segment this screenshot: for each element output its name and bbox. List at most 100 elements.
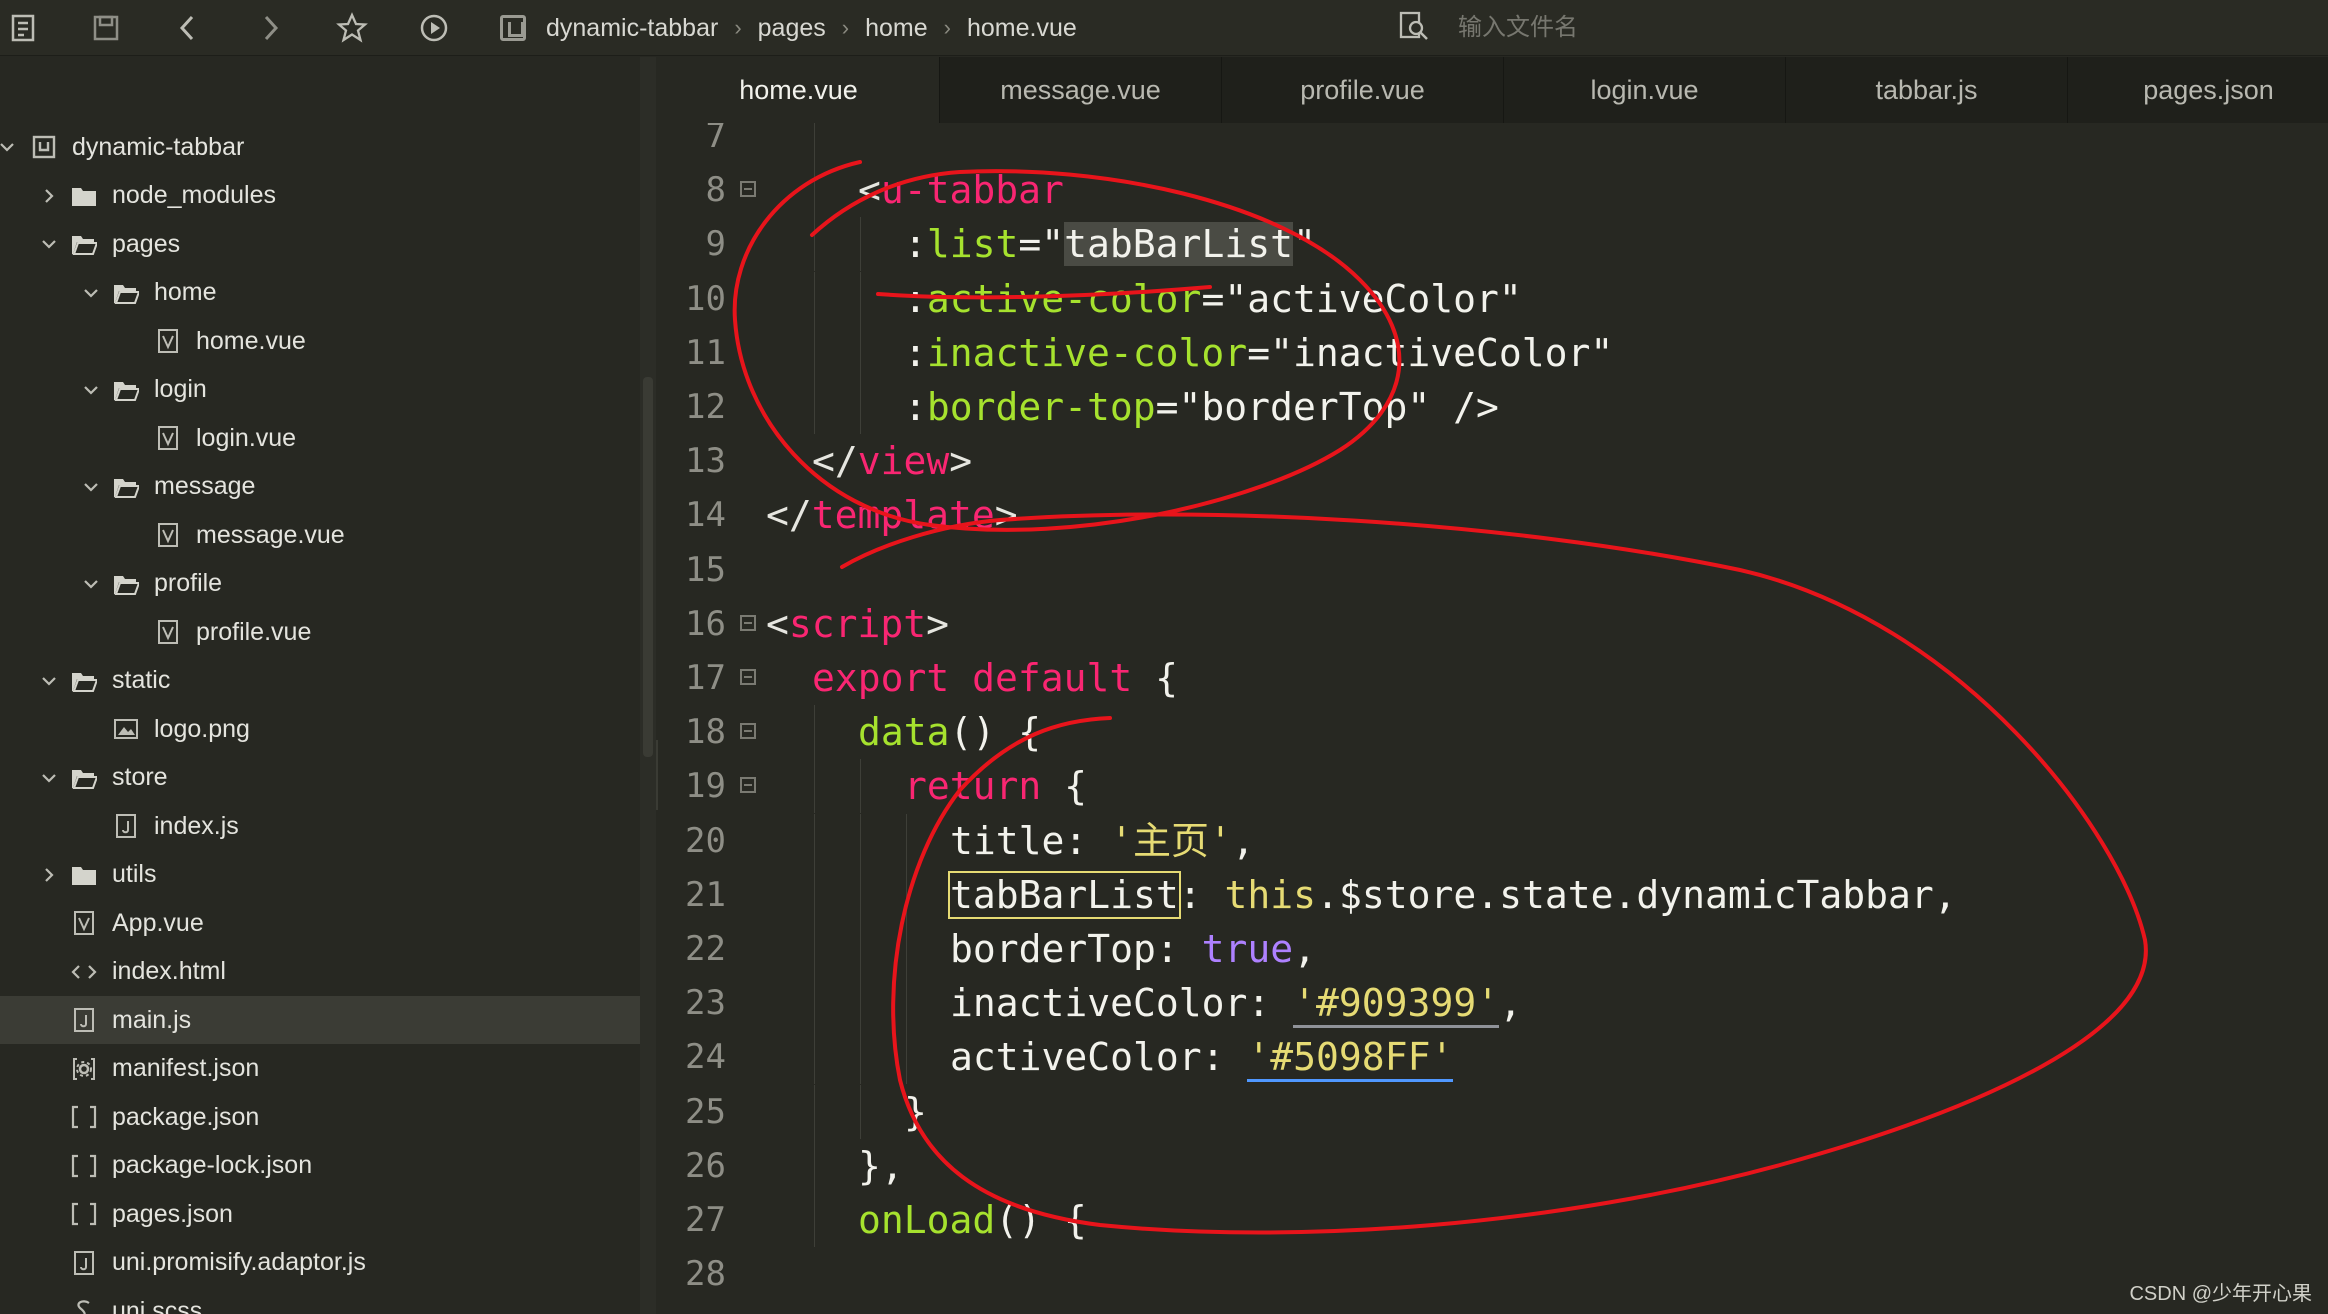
code-line[interactable]: 18 data() { — [658, 705, 2328, 760]
code-line[interactable]: 8 <u-tabbar — [658, 163, 2328, 218]
editor-tab[interactable]: message.vue — [940, 57, 1222, 123]
indent-guide — [906, 922, 907, 976]
tree-item[interactable]: logo.png — [0, 705, 640, 753]
chevron-down-icon[interactable] — [0, 136, 18, 158]
tree-item[interactable]: store — [0, 754, 640, 802]
chevron-right-icon[interactable] — [38, 864, 60, 886]
indent-guide — [814, 976, 815, 1031]
indent-guide — [814, 813, 815, 868]
tree-item[interactable]: message.vue — [0, 511, 640, 559]
code-line[interactable]: 23 inactiveColor: '#909399', — [658, 976, 2328, 1031]
breadcrumb-item[interactable]: home — [865, 14, 928, 43]
code-line[interactable]: 21 tabBarList: this.$store.state.dynamicT… — [658, 867, 2328, 922]
breadcrumb-item[interactable]: home.vue — [967, 14, 1077, 43]
code-line[interactable]: 16 <script> — [658, 597, 2328, 651]
file-tree-icon[interactable] — [6, 10, 42, 46]
code-line[interactable]: 25} — [658, 1084, 2328, 1139]
forward-icon[interactable] — [252, 10, 288, 46]
tree-item[interactable]: uni.promisify.adaptor.js — [0, 1239, 640, 1287]
tree-item[interactable]: manifest.json — [0, 1045, 640, 1093]
tree-item[interactable]: uni.scss — [0, 1287, 640, 1314]
project-root[interactable]: dynamic-tabbar — [0, 123, 640, 171]
search-input[interactable] — [1458, 14, 1878, 42]
code-token: template — [811, 493, 995, 538]
code-line[interactable]: 13 </view> — [658, 434, 2328, 488]
chevron-down-icon[interactable] — [38, 233, 60, 255]
code-line[interactable]: 15 — [658, 543, 2328, 597]
chevron-right-icon[interactable] — [38, 185, 60, 207]
code-line[interactable]: 27 onLoad() { — [658, 1193, 2328, 1247]
breadcrumb-item[interactable]: pages — [758, 14, 826, 43]
run-icon[interactable] — [416, 10, 452, 46]
star-icon[interactable] — [334, 10, 370, 46]
code-line[interactable]: 10:active-color="activeColor" — [658, 271, 2328, 326]
code-content: export default { — [812, 651, 1178, 705]
fold-toggle-icon[interactable] — [740, 723, 756, 740]
code-content: activeColor: '#5098FF' — [950, 1030, 1454, 1084]
code-line[interactable]: 22 borderTop: true, — [658, 922, 2328, 976]
tree-item-label: node_modules — [112, 181, 277, 209]
tree-item[interactable]: index.html — [0, 948, 640, 996]
tree-item[interactable]: utils — [0, 851, 640, 899]
chevron-down-icon[interactable] — [38, 670, 60, 692]
chevron-down-icon[interactable] — [80, 282, 102, 304]
editor-tab[interactable]: pages.json — [2068, 57, 2328, 123]
code-line[interactable]: 28 — [658, 1247, 2328, 1301]
project-icon — [30, 134, 58, 160]
tree-item[interactable]: main.js — [0, 996, 640, 1044]
tree-item[interactable]: static — [0, 657, 640, 705]
code-token: list — [926, 222, 1019, 267]
tree-item[interactable]: index.js — [0, 802, 640, 850]
tree-item[interactable]: home.vue — [0, 317, 640, 365]
tree-item[interactable]: home — [0, 269, 640, 317]
code-line[interactable]: 11:inactive-color="inactiveColor" — [658, 325, 2328, 380]
tree-item[interactable]: pages — [0, 220, 640, 268]
fold-toggle-icon[interactable] — [740, 777, 756, 794]
tree-item-label: pages.json — [112, 1199, 233, 1228]
code-line[interactable]: 12:border-top="borderTop" /> — [658, 380, 2328, 434]
fold-toggle-icon[interactable] — [740, 669, 756, 685]
tree-item[interactable]: App.vue — [0, 899, 640, 947]
code-token: data — [858, 710, 950, 755]
indent-guide — [814, 123, 815, 163]
chevron-down-icon[interactable] — [80, 573, 102, 595]
sidebar-scrollbar[interactable] — [640, 57, 656, 1314]
back-icon[interactable] — [170, 10, 206, 46]
fold-toggle-icon[interactable] — [740, 181, 756, 198]
code-line[interactable]: 7 — [658, 123, 2328, 163]
code-line[interactable]: 19 return { — [658, 759, 2328, 814]
breadcrumb-item[interactable]: dynamic-tabbar — [546, 14, 718, 43]
code-line[interactable]: 24 activeColor: '#5098FF' — [658, 1030, 2328, 1085]
tree-item[interactable]: login — [0, 366, 640, 414]
code-line[interactable]: 17 export default { — [658, 651, 2328, 705]
tree-item[interactable]: login.vue — [0, 414, 640, 462]
line-number: 8 — [705, 170, 726, 211]
code-line[interactable]: 9:list="tabBarList" — [658, 217, 2328, 272]
editor-tab[interactable]: home.vue — [658, 57, 940, 123]
code-line[interactable]: 20 title: '主页', — [658, 813, 2328, 868]
folder-open-icon — [112, 377, 140, 403]
tree-item[interactable]: message — [0, 463, 640, 511]
editor-tab[interactable]: login.vue — [1504, 57, 1786, 123]
tree-item[interactable]: profile — [0, 560, 640, 608]
tree-item[interactable]: pages.json — [0, 1190, 640, 1238]
chevron-down-icon[interactable] — [80, 379, 102, 401]
code-line[interactable]: 14 </template> — [658, 488, 2328, 542]
editor-tab[interactable]: profile.vue — [1222, 57, 1504, 123]
code-token: title: — [950, 818, 1111, 863]
code-line[interactable]: 26}, — [658, 1138, 2328, 1193]
tree-item[interactable]: profile.vue — [0, 608, 640, 656]
line-number: 24 — [685, 1037, 726, 1078]
code-editor[interactable]: 7 8 <u-tabbar 9:list="tabBarList" 10:active-… — [658, 123, 2328, 1314]
tree-item[interactable]: package-lock.json — [0, 1142, 640, 1190]
fold-toggle-icon[interactable] — [740, 614, 756, 631]
tree-item[interactable]: node_modules — [0, 172, 640, 220]
tree-item[interactable]: package.json — [0, 1093, 640, 1141]
save-icon[interactable] — [88, 10, 124, 46]
indent-guide — [814, 1138, 815, 1193]
chevron-down-icon[interactable] — [80, 476, 102, 498]
sidebar-scrollbar-thumb[interactable] — [643, 377, 653, 757]
editor-tab[interactable]: tabbar.js — [1786, 57, 2068, 123]
chevron-down-icon[interactable] — [38, 767, 60, 789]
line-number: 25 — [685, 1091, 726, 1132]
